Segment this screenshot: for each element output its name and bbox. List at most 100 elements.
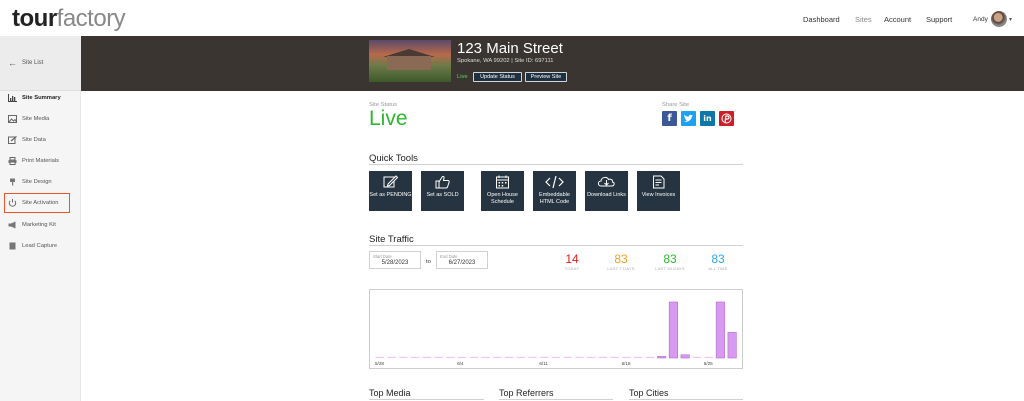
embeddable-html-code-button[interactable]: Embeddable HTML Code — [533, 171, 576, 211]
sidebar-item-site-data[interactable]: Site Data — [0, 130, 81, 150]
end-date-value: 6/27/2023 — [448, 260, 476, 266]
chart-bar-6/22[interactable] — [668, 301, 678, 359]
chart-bar-6/9[interactable] — [516, 356, 525, 358]
chart-bar-5/29[interactable] — [387, 356, 396, 358]
chart-bar-6/26[interactable] — [715, 301, 725, 359]
pinterest-icon[interactable] — [719, 111, 734, 126]
end-date-field[interactable]: End Date 6/27/2023 — [436, 251, 488, 269]
stat-today: 14 TODAY — [552, 253, 592, 271]
site-list-label: Site List — [22, 60, 44, 66]
logo-light-text: factory — [56, 5, 126, 32]
chart-bar-6/10[interactable] — [528, 356, 537, 358]
chart-bar-6/1[interactable] — [422, 356, 432, 358]
cloud-download-icon — [585, 175, 628, 189]
sidebar-item-marketing-kit[interactable]: Marketing Kit — [0, 215, 81, 235]
chart-bar-6/16[interactable] — [598, 356, 608, 358]
stat-value: 14 — [565, 252, 579, 266]
quick-tools-title: Quick Tools — [369, 153, 418, 164]
stat-last-30-days: 83 LAST 30 DAYS — [650, 253, 690, 271]
end-date-label: End Date — [440, 254, 458, 259]
chart-bar-6/19[interactable] — [633, 356, 643, 358]
thumbnail-house — [387, 56, 431, 70]
quick-tool-label: View Invoices — [641, 192, 676, 198]
chart-bar-6/3[interactable] — [446, 356, 455, 358]
user-name[interactable]: Andy — [973, 16, 988, 23]
avatar[interactable] — [991, 11, 1007, 27]
quick-tool-label: Embeddable HTML Code — [539, 192, 570, 205]
chart-bar-6/23[interactable] — [680, 354, 690, 359]
chart-bar-5/30[interactable] — [399, 356, 408, 358]
site-traffic-divider — [369, 245, 743, 246]
twitter-icon[interactable] — [681, 111, 696, 126]
top-cities-divider — [629, 399, 743, 400]
sidebar-item-site-activation[interactable]: Site Activation — [4, 193, 70, 213]
thumbs-up-icon — [421, 175, 464, 189]
quick-tool-label: Set as SOLD — [426, 192, 459, 198]
sidebar-item-site-summary[interactable]: Site Summary — [0, 88, 81, 108]
nav-dashboard[interactable]: Dashboard — [803, 15, 840, 24]
share-site-label: Share Site — [662, 102, 690, 108]
set-sold-button[interactable]: Set as SOLD — [421, 171, 464, 211]
quick-tool-label: Download Links — [587, 192, 626, 198]
property-thumbnail[interactable] — [369, 40, 451, 82]
sidebar-item-print-materials[interactable]: Print Materials — [0, 151, 81, 171]
chart-bar-6/4[interactable] — [457, 356, 467, 358]
facebook-icon[interactable]: f — [662, 111, 677, 126]
chart-bar-6/7[interactable] — [493, 356, 502, 358]
open-house-schedule-button[interactable]: Open House Schedule — [481, 171, 524, 211]
chart-bar-6/15[interactable] — [587, 356, 596, 358]
quick-tool-label: Set as PENDING — [369, 192, 412, 198]
top-cities-title: Top Cities — [629, 388, 669, 398]
stat-label: LAST 30 DAYS — [655, 266, 685, 271]
chevron-down-icon[interactable]: ▾ — [1009, 16, 1012, 23]
chart-bar-6/11[interactable] — [540, 356, 549, 358]
arrow-left-icon: ← — [8, 58, 17, 68]
start-date-value: 5/28/2023 — [381, 260, 409, 266]
tourfactory-logo[interactable]: tourfactory — [12, 5, 126, 33]
chart-bar-6/21[interactable] — [657, 356, 667, 359]
sidebar-item-site-design[interactable]: Site Design — [0, 172, 81, 192]
preview-site-button[interactable]: Preview Site — [525, 72, 567, 82]
edit-icon — [369, 175, 412, 189]
edit-icon — [8, 136, 17, 144]
sidebar-item-lead-capture[interactable]: Lead Capture — [0, 236, 81, 256]
chart-bar-6/14[interactable] — [575, 356, 584, 358]
nav-support[interactable]: Support — [926, 15, 952, 24]
site-list-back[interactable]: ← Site List — [0, 36, 81, 91]
chart-bar-6/17[interactable] — [610, 356, 619, 358]
chart-bar-6/18[interactable] — [622, 356, 631, 358]
nav-sites[interactable]: Sites — [855, 15, 872, 24]
chart-bar-6/12[interactable] — [551, 356, 561, 358]
chart-bar-6/24[interactable] — [692, 356, 702, 358]
sidebar-item-label: Site Media — [22, 116, 50, 122]
download-links-button[interactable]: Download Links — [585, 171, 628, 211]
chart-bar-6/27[interactable] — [727, 332, 737, 359]
property-address: 123 Main Street — [457, 40, 563, 57]
chart-bar-6/6[interactable] — [481, 356, 490, 358]
view-invoices-button[interactable]: View Invoices — [637, 171, 680, 211]
top-referrers-divider — [499, 399, 613, 400]
chart-bar-6/13[interactable] — [563, 356, 572, 358]
sidebar-item-site-media[interactable]: Site Media — [0, 109, 81, 129]
chart-bar-6/25[interactable] — [704, 356, 713, 358]
chart-bar-6/2[interactable] — [434, 356, 443, 358]
quick-tool-label: Open House Schedule — [487, 192, 518, 205]
top-media-title: Top Media — [369, 388, 411, 398]
logo-bold-text: tour — [12, 5, 57, 32]
chart-bar-6/20[interactable] — [645, 356, 655, 358]
update-status-button[interactable]: Update Status — [473, 72, 522, 82]
stat-label: ALL TIME — [708, 266, 728, 271]
chart-tick-label: 5/28 — [375, 361, 384, 366]
start-date-field[interactable]: Start Date 5/28/2023 — [369, 251, 421, 269]
nav-account[interactable]: Account — [884, 15, 911, 24]
linkedin-icon[interactable]: in — [700, 111, 715, 126]
power-icon — [8, 199, 17, 207]
sidebar-item-label: Lead Capture — [22, 243, 58, 249]
sidebar-item-label: Site Data — [22, 137, 46, 143]
calendar-icon — [481, 175, 524, 189]
set-pending-button[interactable]: Set as PENDING — [369, 171, 412, 211]
chart-bar-6/5[interactable] — [469, 356, 479, 358]
chart-bar-5/31[interactable] — [410, 356, 420, 358]
chart-bar-6/8[interactable] — [504, 356, 514, 358]
chart-bar-5/28[interactable] — [375, 356, 385, 358]
